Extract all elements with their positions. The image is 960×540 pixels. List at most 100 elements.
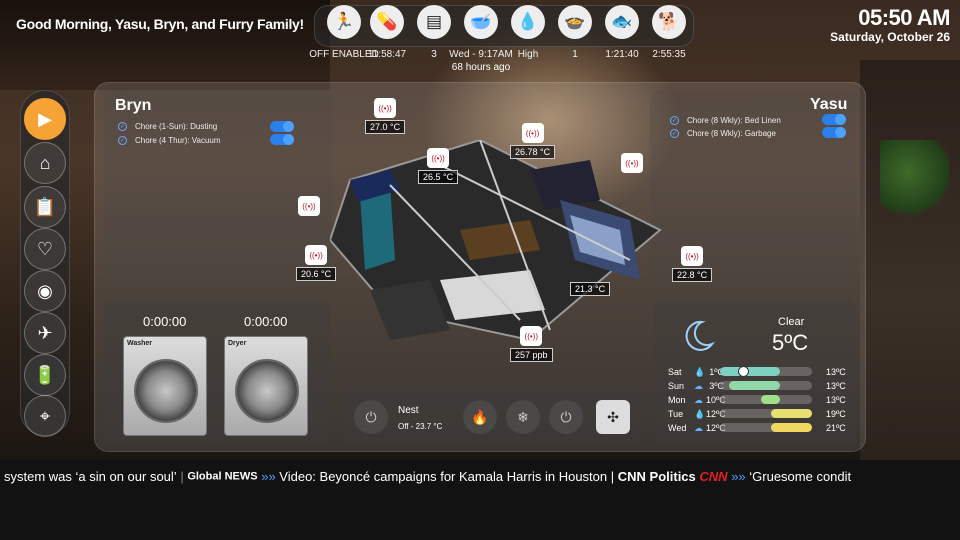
chore-label: Chore (4 Thur): Vacuum <box>135 136 221 145</box>
sidebar-button[interactable]: ⌖ <box>24 395 66 437</box>
thermostat-power-button[interactable]: ⏻ <box>354 400 388 434</box>
sensor-bathroom[interactable]: ((•)) <box>621 153 643 173</box>
partly-cloudy-icon: ☁ <box>694 380 703 391</box>
washer-door <box>134 359 198 423</box>
home-cleaning-icon: ⌂ <box>39 152 51 173</box>
off-mode-button[interactable]: ⏻ <box>549 400 583 434</box>
sidebar-button[interactable]: 🔋 <box>24 354 66 396</box>
dryer-door <box>235 359 299 423</box>
background-cabinet <box>860 60 960 460</box>
dog-icon: 🐕 <box>652 5 686 39</box>
yasu-chore-2[interactable]: ✓ Chore (8 Wkly): Garbage <box>670 129 776 138</box>
washer-time: 0:00:00 <box>143 314 187 329</box>
sidebar-button[interactable]: ✈ <box>24 312 66 354</box>
dryer-machine[interactable]: Dryer <box>224 336 308 436</box>
sidebar-button[interactable]: ▶ <box>24 98 66 140</box>
status-item[interactable]: 🐟 <box>601 5 643 39</box>
sidebar-button[interactable]: ⌂ <box>24 142 66 184</box>
security-icon: ◉ <box>37 280 53 301</box>
sensor-living[interactable]: 21.3 °C <box>570 280 611 296</box>
bryn-chore-2[interactable]: ✓ Chore (4 Thur): Vacuum <box>118 136 221 145</box>
forecast-range-bar <box>720 366 812 377</box>
forecast-range-bar <box>720 381 812 390</box>
sensor-value: 26.78 °C <box>510 145 556 159</box>
clock-time: 05:50 AM <box>858 5 950 30</box>
wifi-sensor-icon: ((•)) <box>427 148 450 168</box>
status-item[interactable]: 💊 <box>366 5 408 39</box>
ticker-source-2: CNN Politics <box>617 469 696 485</box>
wifi-sensor-icon: ((•)) <box>521 123 544 143</box>
sensor-kitchen[interactable]: ((•)) 26.78 °C <box>510 123 556 159</box>
sensor-value: 257 ppb <box>510 348 553 362</box>
status-item[interactable]: ▤ <box>413 5 455 39</box>
status-item[interactable]: 🥣 <box>460 5 502 39</box>
chore-label: Chore (8 Wkly): Bed Linen <box>687 116 781 125</box>
dryer-time: 0:00:00 <box>244 314 288 329</box>
heat-mode-button[interactable]: 🔥 <box>463 400 497 434</box>
power-icon: ⏻ <box>560 408 572 425</box>
thermostat-status: Off - 23.7 °C <box>398 422 443 431</box>
yasu-chore-2-toggle[interactable] <box>822 127 846 138</box>
forecast-range-bar <box>720 395 812 404</box>
pet-bowl-food-icon: 🥣 <box>464 5 498 39</box>
sensor-office[interactable]: ((•)) <box>298 196 320 216</box>
yasu-chore-1[interactable]: ✓ Chore (8 Wkly): Bed Linen <box>670 116 781 125</box>
bryn-chore-2-toggle[interactable] <box>270 134 294 145</box>
status-item[interactable]: 💧 <box>507 5 549 39</box>
clock-date: Saturday, October 26 <box>830 30 950 44</box>
sensor-hallway[interactable]: ((•)) 26.5 °C <box>418 148 459 184</box>
yasu-name: Yasu <box>810 96 848 113</box>
forecast-day: Wed <box>668 423 687 433</box>
washer-machine[interactable]: Washer <box>123 336 207 436</box>
sidebar-button[interactable]: ◉ <box>24 270 66 312</box>
sensor-entry[interactable]: ((•)) 20.6 °C <box>296 245 337 281</box>
forecast-row: Wed ☁ 12ºC 21ºC <box>668 422 858 434</box>
ticker-separator: | <box>610 469 618 485</box>
sensor-value: 27.0 °C <box>365 120 406 134</box>
forecast-day: Tue <box>668 409 684 419</box>
status-item[interactable]: 🍲 <box>554 5 596 39</box>
check-icon: ✓ <box>670 116 679 125</box>
battery-charging-icon: 🔋 <box>33 364 57 385</box>
check-icon: ✓ <box>670 129 679 138</box>
bryn-chore-1-toggle[interactable] <box>270 121 294 132</box>
forecast-range-bar <box>720 423 812 432</box>
ticker-arrows-icon: »» <box>261 469 280 485</box>
current-temp-marker <box>738 366 749 377</box>
thermostat-name: Nest <box>398 405 419 416</box>
yasu-chore-1-toggle[interactable] <box>822 114 846 125</box>
cool-mode-button[interactable]: ❄ <box>506 400 540 434</box>
wifi-sensor-icon: ((•)) <box>374 98 397 118</box>
raindrop-icon: 💧 <box>694 408 706 419</box>
sidebar-button[interactable]: ♡ <box>24 228 66 270</box>
wifi-sensor-icon: ((•)) <box>298 196 320 216</box>
pet-food-bowl-icon: 🍲 <box>558 5 592 39</box>
sensor-bedroom[interactable]: ((•)) 22.8 °C <box>672 246 713 282</box>
wifi-sensor-icon: ((•)) <box>621 153 643 173</box>
ticker-headline-1: system was ‘a sin on our soul’ <box>4 469 177 485</box>
sensor-bryn-room[interactable]: ((•)) 27.0 °C <box>365 98 406 134</box>
forecast-high: 13ºC <box>826 367 846 377</box>
wifi-sensor-icon: ((•)) <box>305 245 328 265</box>
play-icon: ▶ <box>38 108 52 129</box>
power-icon: ⏻ <box>365 408 377 425</box>
background-plant <box>880 140 950 220</box>
sidebar-button[interactable]: 📋 <box>24 186 66 228</box>
ticker-arrows-icon: »» <box>731 469 750 485</box>
status-item[interactable]: 🏃 <box>323 5 365 39</box>
ticker-headline-3: ‘Gruesome condit <box>749 469 852 485</box>
status-value: 2:55:35 <box>652 49 686 60</box>
fan-icon: ✣ <box>607 408 619 425</box>
bryn-chore-1[interactable]: ✓ Chore (1-Sun): Dusting <box>118 122 217 131</box>
sensor-air-quality[interactable]: ((•)) 257 ppb <box>510 326 553 362</box>
status-item[interactable]: 🐕 <box>648 5 690 39</box>
fan-button[interactable]: ✣ <box>596 400 630 434</box>
forecast-range-fill <box>770 409 812 418</box>
dryer-label: Dryer <box>228 340 247 347</box>
airplane-icon: ✈ <box>37 322 53 343</box>
water-drop-icon: 💧 <box>511 5 545 39</box>
forecast-day: Mon <box>668 395 686 405</box>
sensor-value: 26.5 °C <box>418 170 459 184</box>
forecast-high: 13ºC <box>826 395 846 405</box>
forecast-high: 21ºC <box>826 423 846 433</box>
